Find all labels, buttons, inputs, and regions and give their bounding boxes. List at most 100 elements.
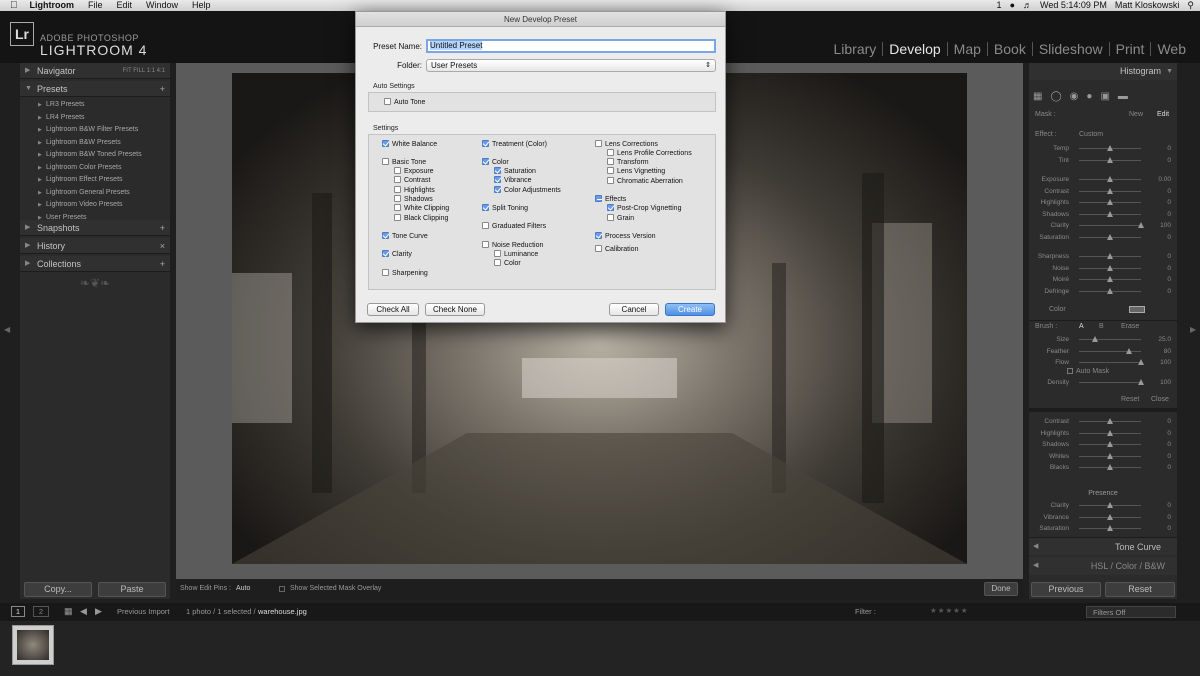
setting-checkbox[interactable]: Noise Reduction [482, 241, 543, 250]
preset-folder[interactable]: ▶ Lightroom General Presets [20, 187, 170, 200]
slider-thumb[interactable] [1107, 525, 1113, 531]
folder-select[interactable]: User Presets ⇕ [426, 59, 716, 72]
setting-checkbox[interactable]: Tone Curve [382, 232, 428, 241]
right-panel-toggle-icon[interactable]: ▶ [1190, 325, 1196, 334]
show-edit-pins-dropdown[interactable]: Auto [236, 585, 250, 592]
thumbnail-warehouse[interactable] [12, 625, 54, 665]
setting-checkbox[interactable]: Post-Crop Vignetting [607, 204, 681, 213]
left-panel-toggle-icon[interactable]: ◀ [4, 325, 10, 334]
setting-checkbox[interactable]: Exposure [394, 167, 434, 176]
setting-checkbox[interactable]: Split Toning [482, 204, 528, 213]
slider-value[interactable]: 0 [1167, 462, 1171, 473]
slider-track[interactable] [1079, 362, 1141, 363]
slider-value[interactable]: 0 [1167, 209, 1171, 220]
slider-value[interactable]: 0 [1167, 523, 1171, 534]
slider-value[interactable]: 0 [1167, 186, 1171, 197]
setting-checkbox[interactable]: Color [494, 259, 521, 268]
module-slideshow[interactable]: Slideshow [1031, 42, 1109, 56]
preset-folder[interactable]: ▶ Lightroom Effect Presets [20, 174, 170, 187]
wifi-icon[interactable]: ● [1010, 0, 1015, 11]
preset-folder[interactable]: ▶ Lightroom B&W Presets [20, 137, 170, 150]
apple-menu-icon[interactable]:  [10, 0, 18, 11]
slider-thumb[interactable] [1107, 233, 1113, 240]
slider-thumb[interactable] [1107, 429, 1113, 436]
setting-checkbox[interactable]: Color [482, 158, 509, 167]
page-2-button[interactable]: 2 [33, 606, 49, 617]
setting-checkbox[interactable]: Grain [607, 214, 634, 223]
copy-button[interactable]: Copy... [24, 582, 92, 597]
setting-checkbox[interactable]: Clarity [382, 250, 412, 259]
color-swatch[interactable] [1129, 306, 1145, 313]
preset-folder[interactable]: ▶ Lightroom B&W Filter Presets [20, 124, 170, 137]
menu-window[interactable]: Window [146, 0, 178, 11]
preset-folder[interactable]: ▶ Lightroom Video Presets [20, 199, 170, 212]
slider-value[interactable]: 0 [1167, 451, 1171, 462]
setting-checkbox[interactable]: White Clipping [394, 204, 449, 213]
adjustment-brush-icon[interactable]: ▬ [1118, 91, 1128, 102]
setting-checkbox[interactable]: Sharpening [382, 269, 428, 278]
slider-value[interactable]: 0 [1167, 143, 1171, 154]
module-print[interactable]: Print [1108, 42, 1151, 56]
clock[interactable]: Wed 5:14:09 PM [1040, 0, 1107, 11]
slider-thumb[interactable] [1107, 464, 1113, 470]
slider-thumb[interactable] [1107, 287, 1113, 294]
slider-value[interactable]: 0 [1167, 197, 1171, 208]
slider-thumb[interactable] [1107, 418, 1113, 424]
setting-checkbox[interactable]: Lens Corrections [595, 140, 658, 149]
mask-overlay-checkbox[interactable] [279, 586, 285, 592]
slider-value[interactable]: 0 [1167, 232, 1171, 243]
slider-value[interactable]: 0 [1167, 251, 1171, 262]
slider-value[interactable]: 0 [1167, 286, 1171, 297]
setting-checkbox[interactable]: Contrast [394, 176, 430, 185]
setting-checkbox[interactable]: Color Adjustments [494, 186, 561, 195]
brush-close-button[interactable]: Close [1151, 396, 1169, 403]
slider-value[interactable]: 0 [1167, 416, 1171, 427]
mask-new-button[interactable]: New [1129, 111, 1143, 118]
effect-dropdown[interactable]: Custom [1079, 131, 1103, 138]
slider-track[interactable] [1079, 382, 1141, 383]
slider-thumb[interactable] [1138, 379, 1144, 385]
back-arrow-icon[interactable]: ◀ [80, 606, 87, 617]
history-header[interactable]: ▶ History × [20, 238, 170, 254]
preset-folder[interactable]: ▶ Lightroom B&W Toned Presets [20, 149, 170, 162]
slider-value[interactable]: 0 [1167, 155, 1171, 166]
module-book[interactable]: Book [986, 42, 1032, 56]
brush-reset-button[interactable]: Reset [1121, 396, 1139, 403]
preset-folder[interactable]: ▶ LR4 Presets [20, 112, 170, 125]
slider-thumb[interactable] [1091, 336, 1098, 342]
slider-thumb[interactable] [1138, 359, 1144, 365]
slider-value[interactable]: 100 [1160, 357, 1171, 368]
setting-checkbox[interactable]: Black Clipping [394, 214, 448, 223]
slider-thumb[interactable] [1107, 502, 1113, 508]
rating-filter-stars-icon[interactable]: ★★★★★ [930, 606, 969, 615]
setting-checkbox[interactable]: Process Version [595, 232, 656, 241]
setting-checkbox[interactable]: Transform [607, 158, 649, 167]
slider-value[interactable]: 0 [1167, 428, 1171, 439]
forward-arrow-icon[interactable]: ▶ [95, 606, 102, 617]
paste-button[interactable]: Paste [98, 582, 166, 597]
slider-thumb[interactable] [1107, 253, 1113, 259]
slider-value[interactable]: 0 [1167, 512, 1171, 523]
slider-thumb[interactable] [1107, 156, 1113, 163]
setting-checkbox[interactable]: Saturation [494, 167, 536, 176]
histogram-header[interactable]: Histogram ▼ [1029, 63, 1177, 80]
slider-track[interactable] [1079, 350, 1141, 352]
done-button[interactable]: Done [984, 582, 1018, 596]
slider-thumb[interactable] [1138, 222, 1144, 228]
filters-dropdown[interactable]: Filters Off [1086, 606, 1176, 618]
slider-thumb[interactable] [1107, 441, 1113, 447]
check-none-button[interactable]: Check None [425, 303, 485, 316]
preset-folder[interactable]: ▶ Lightroom Color Presets [20, 162, 170, 175]
slider-value[interactable]: 100 [1160, 220, 1171, 231]
module-library[interactable]: Library [828, 42, 883, 56]
slider-value[interactable]: 0 [1167, 263, 1171, 274]
setting-checkbox[interactable]: Graduated Filters [482, 222, 546, 231]
presets-header[interactable]: ▼ Presets + [20, 81, 170, 97]
slider-thumb[interactable] [1107, 145, 1113, 151]
volume-icon[interactable]: ♬ [1023, 0, 1032, 11]
setting-checkbox[interactable]: Lens Profile Corrections [607, 149, 692, 158]
slider-thumb[interactable] [1107, 176, 1113, 182]
setting-checkbox[interactable]: Lens Vignetting [607, 167, 665, 176]
user-name[interactable]: Matt Kloskowski [1115, 0, 1180, 11]
create-button[interactable]: Create [665, 303, 715, 316]
